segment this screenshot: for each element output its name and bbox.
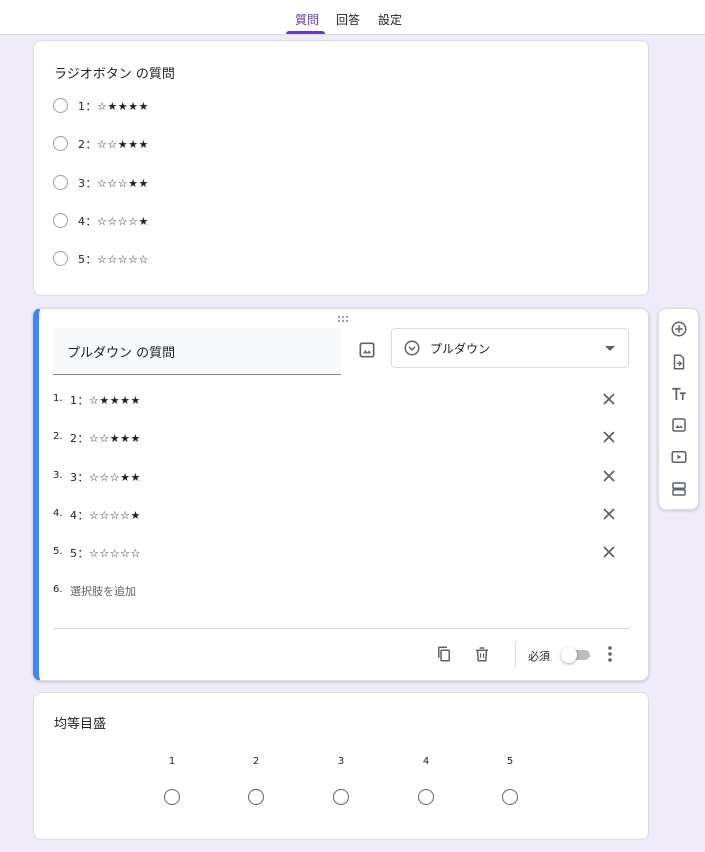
scale-question-card[interactable]: 均等目盛 1 2 3 4 5 <box>33 692 649 840</box>
radio-option-5[interactable] <box>53 251 68 266</box>
scale-radio-2[interactable] <box>248 789 264 805</box>
add-section-icon[interactable] <box>670 480 688 498</box>
scale-radio-4[interactable] <box>418 789 434 805</box>
scale-label: 1 <box>168 756 176 767</box>
scale-radio-3[interactable] <box>333 789 349 805</box>
more-options-icon[interactable] <box>602 645 618 663</box>
question-type-label: プルダウン <box>430 342 491 356</box>
question-title: ラジオボタン の質問 <box>54 67 175 82</box>
question-title: 均等目盛 <box>54 717 107 732</box>
question-title-text: プルダウン の質問 <box>67 346 176 361</box>
option-number: 4. <box>53 508 63 519</box>
footer-divider <box>53 628 629 629</box>
question-title-input[interactable]: プルダウン の質問 <box>53 328 341 375</box>
add-video-icon[interactable] <box>670 448 688 466</box>
radio-option-3[interactable] <box>53 175 68 190</box>
option-number: 6. <box>53 584 63 595</box>
option-label[interactable]: 2：☆☆★★★ <box>70 430 141 446</box>
delete-icon[interactable] <box>473 645 491 663</box>
question-type-select[interactable]: プルダウン <box>391 328 629 368</box>
add-title-icon[interactable] <box>670 385 688 403</box>
radio-option-1[interactable] <box>53 98 68 113</box>
import-questions-icon[interactable] <box>670 353 688 371</box>
option-label[interactable]: 1：☆★★★★ <box>70 392 141 408</box>
option-number: 1. <box>53 393 63 404</box>
active-tab-indicator <box>286 31 325 34</box>
option-number: 5. <box>53 546 63 557</box>
tab-responses[interactable]: 回答 <box>336 11 360 28</box>
tab-questions[interactable]: 質問 <box>295 11 319 28</box>
scale-radio-1[interactable] <box>164 789 180 805</box>
option-label[interactable]: 4：☆☆☆☆★ <box>70 507 141 523</box>
drag-handle-icon[interactable] <box>337 315 351 323</box>
option-label[interactable]: 3：☆☆☆★★ <box>70 469 141 485</box>
footer-separator <box>515 642 516 668</box>
scale-label: 4 <box>422 756 430 767</box>
option-label[interactable]: 5：☆☆☆☆☆ <box>70 545 141 561</box>
scale-label: 3 <box>337 756 345 767</box>
tab-settings[interactable]: 設定 <box>378 11 402 28</box>
floating-toolbar <box>658 308 699 510</box>
radio-option-4[interactable] <box>53 213 68 228</box>
remove-option-icon[interactable] <box>602 392 616 406</box>
add-image-icon[interactable] <box>357 340 377 360</box>
remove-option-icon[interactable] <box>602 469 616 483</box>
scale-label: 2 <box>252 756 260 767</box>
chevron-down-icon <box>605 346 615 351</box>
remove-option-icon[interactable] <box>602 545 616 559</box>
remove-option-icon[interactable] <box>602 507 616 521</box>
option-label: 5：☆☆☆☆☆ <box>78 253 149 266</box>
option-label: 1：☆★★★★ <box>78 100 149 113</box>
duplicate-icon[interactable] <box>435 645 453 663</box>
option-label: 4：☆☆☆☆★ <box>78 215 149 228</box>
option-number: 3. <box>53 470 63 481</box>
option-number: 2. <box>53 431 63 442</box>
required-label: 必須 <box>528 650 550 663</box>
scale-label: 5 <box>506 756 514 767</box>
required-toggle-thumb[interactable] <box>561 647 577 663</box>
add-option-link[interactable]: 選択肢を追加 <box>70 583 136 599</box>
option-label: 3：☆☆☆★★ <box>78 177 149 190</box>
dropdown-type-icon <box>404 340 420 356</box>
option-label: 2：☆☆★★★ <box>78 138 149 151</box>
scale-radio-5[interactable] <box>502 789 518 805</box>
dropdown-question-card[interactable]: プルダウン の質問 プルダウン 1. 1：☆★★★★ 2. 2：☆☆★★★ 3.… <box>33 308 649 681</box>
radio-question-card[interactable]: ラジオボタン の質問 1：☆★★★★ 2：☆☆★★★ 3：☆☆☆★★ 4：☆☆☆… <box>33 40 649 296</box>
radio-option-2[interactable] <box>53 136 68 151</box>
top-tab-bar: 質問 回答 設定 <box>0 0 705 35</box>
add-question-icon[interactable] <box>670 320 688 338</box>
add-image-icon[interactable] <box>670 416 688 434</box>
remove-option-icon[interactable] <box>602 430 616 444</box>
